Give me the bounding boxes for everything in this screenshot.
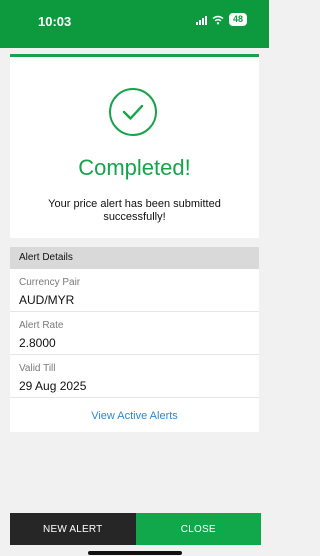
- field-label: Valid Till: [19, 363, 56, 374]
- status-time: 10:03: [38, 14, 72, 29]
- confirmation-card: Completed! Your price alert has been sub…: [10, 54, 259, 238]
- completed-title: Completed!: [78, 155, 191, 180]
- alert-rate-field: Alert Rate 2.8000: [10, 312, 259, 355]
- valid-till-field: Valid Till 29 Aug 2025: [10, 355, 259, 398]
- new-alert-button[interactable]: NEW ALERT: [10, 513, 136, 545]
- close-button[interactable]: CLOSE: [135, 513, 261, 545]
- status-bar: 10:03 48: [0, 0, 269, 48]
- status-icons: 48: [195, 13, 247, 26]
- confirmation-message: Your price alert has been submitted succ…: [48, 198, 221, 223]
- home-indicator[interactable]: [88, 551, 182, 555]
- battery-icon: 48: [228, 13, 247, 26]
- field-value: 2.8000: [19, 336, 56, 350]
- field-value: AUD/MYR: [19, 293, 75, 307]
- alert-details-header: Alert Details: [10, 247, 259, 269]
- action-bar: NEW ALERT CLOSE: [10, 513, 261, 545]
- field-label: Currency Pair: [19, 277, 81, 288]
- currency-pair-field: Currency Pair AUD/MYR: [10, 269, 259, 312]
- field-label: Alert Rate: [19, 320, 64, 331]
- check-circle-icon: [109, 88, 157, 136]
- field-value: 29 Aug 2025: [19, 379, 87, 393]
- alert-details-card: Alert Details Currency Pair AUD/MYR Aler…: [10, 247, 259, 432]
- signal-icon: [195, 15, 207, 25]
- view-active-alerts-link[interactable]: View Active Alerts: [10, 398, 259, 422]
- wifi-icon: [212, 15, 224, 24]
